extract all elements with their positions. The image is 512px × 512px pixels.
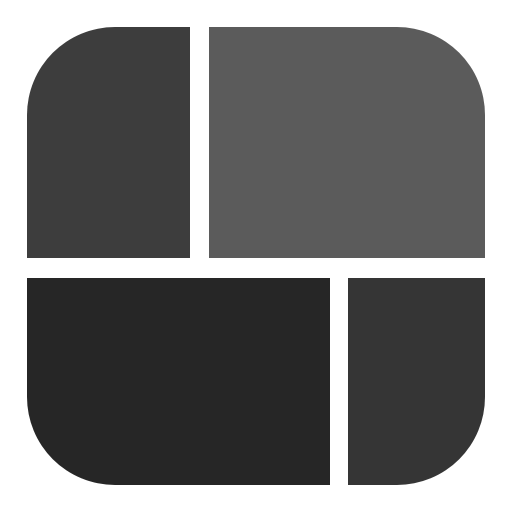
tile-top-left — [27, 27, 190, 258]
layout-grid-icon — [0, 0, 512, 512]
tile-bottom-right — [348, 278, 485, 485]
tile-bottom-left — [27, 278, 330, 485]
tile-top-right — [209, 27, 485, 258]
